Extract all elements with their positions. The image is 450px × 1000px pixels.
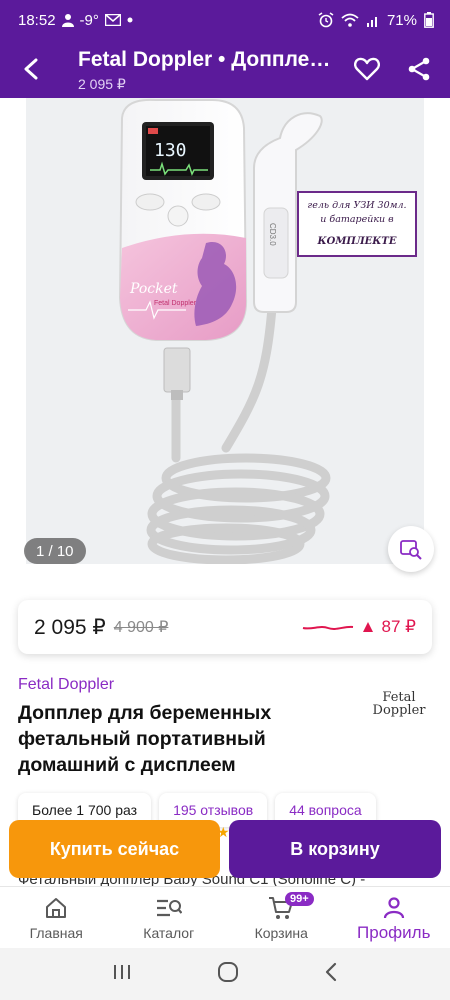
nav-catalog-label: Каталог <box>143 925 195 941</box>
product-title: Допплер для беременных фетальный портати… <box>18 702 272 776</box>
mail-icon <box>104 14 121 26</box>
probe-label: CD3.0 <box>268 223 277 246</box>
cart-badge: 99+ <box>285 892 314 906</box>
nav-home[interactable]: Главная <box>0 887 113 948</box>
old-price: 4 900 ₽ <box>113 619 169 636</box>
price-change: 87 ₽ <box>381 617 416 636</box>
visual-search-button[interactable] <box>388 526 434 572</box>
nav-profile[interactable]: Профиль <box>338 887 450 948</box>
sticker-line-2: и батарейки в <box>320 214 394 225</box>
product-gallery[interactable]: Pocket Fetal Doppler 130 CD3.0 гель для … <box>0 98 450 576</box>
price-history-sparkline-icon <box>302 625 353 630</box>
price-card[interactable]: 2 095 ₽ 4 900 ₽ 87 ₽ <box>18 600 432 654</box>
recent-apps-icon <box>114 964 131 979</box>
alarm-icon <box>318 12 334 28</box>
buy-now-button[interactable]: Купить сейчас <box>9 820 220 878</box>
nav-home-label: Главная <box>29 925 83 941</box>
home-circle-icon <box>217 961 238 982</box>
gallery-counter: 1 / 10 <box>24 538 86 564</box>
back-button[interactable] <box>14 52 48 86</box>
brand-logo[interactable]: Fetal Doppler <box>366 688 432 720</box>
header-price: 2 095 ₽ <box>78 76 126 92</box>
sticker-line-1: гель для УЗИ 30мл. <box>307 200 406 211</box>
triangle-up-icon <box>362 622 373 632</box>
status-temperature: -9° <box>79 11 99 29</box>
nav-profile-label: Профиль <box>357 923 431 942</box>
top-app-bar: Fetal Doppler • Допплер для беременных ф… <box>0 40 450 98</box>
price-trend[interactable]: 87 ₽ <box>302 617 416 637</box>
status-time: 18:52 <box>18 11 56 29</box>
chevron-left-icon <box>24 58 38 80</box>
product-photo[interactable]: Pocket Fetal Doppler 130 CD3.0 гель для … <box>26 98 424 564</box>
system-back-icon <box>325 962 336 981</box>
share-icon <box>408 57 430 81</box>
current-price: 2 095 ₽ <box>34 615 106 639</box>
heart-icon <box>354 57 380 81</box>
device-brand-text: Pocket <box>129 281 178 297</box>
add-to-cart-button[interactable]: В корзину <box>229 820 441 878</box>
system-back-button[interactable] <box>324 962 338 987</box>
nav-catalog[interactable]: Каталог <box>113 887 226 948</box>
signal-icon <box>366 13 380 27</box>
device-subbrand-text: Fetal Doppler <box>154 300 197 307</box>
nav-cart[interactable]: 99+ Корзина <box>225 887 338 948</box>
image-search-icon <box>400 540 422 560</box>
battery-percent: 71% <box>386 11 417 29</box>
favorite-button[interactable] <box>350 52 384 86</box>
brand-logo-line-2: Doppler <box>372 703 426 718</box>
nav-cart-label: Корзина <box>254 925 308 941</box>
wifi-icon <box>341 13 359 27</box>
device-screen-value: 130 <box>154 140 187 161</box>
bottom-navigation: Главная Каталог 99+ Корзина Профиль <box>0 886 450 948</box>
system-navigation-bar <box>0 948 450 1000</box>
catalog-search-icon <box>156 895 182 921</box>
header-title: Fetal Doppler • Допплер для беременных ф… <box>78 48 340 71</box>
recent-apps-button[interactable] <box>112 963 132 986</box>
sticker-line-3: КОМПЛЕКТЕ <box>317 236 397 247</box>
brand-link[interactable]: Fetal Doppler <box>18 676 114 694</box>
home-icon <box>44 895 68 921</box>
home-system-button[interactable] <box>217 961 239 988</box>
profile-icon <box>383 895 405 921</box>
battery-icon <box>424 12 434 28</box>
user-icon <box>61 13 74 27</box>
status-bar: 18:52 -9° 71% <box>0 0 450 40</box>
dot-icon <box>127 17 133 23</box>
share-button[interactable] <box>402 52 436 86</box>
